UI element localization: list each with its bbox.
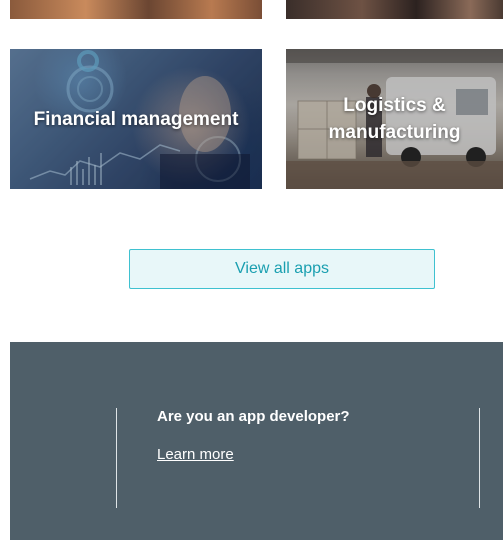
category-tile-partial-right[interactable] bbox=[286, 0, 503, 19]
learn-more-link[interactable]: Learn more bbox=[157, 446, 234, 463]
divider bbox=[116, 408, 117, 508]
tile-label: Logistics & manufacturing bbox=[328, 95, 461, 143]
divider bbox=[479, 408, 480, 508]
banner-title: Are you an app developer? bbox=[157, 408, 350, 425]
category-tile-logistics-manufacturing[interactable]: Logistics & manufacturing bbox=[286, 49, 503, 189]
page: Financial management Logistics & manufac… bbox=[0, 0, 503, 540]
view-all-apps-button[interactable]: View all apps bbox=[129, 249, 435, 289]
app-developer-banner: Are you an app developer? Learn more bbox=[10, 342, 503, 540]
category-tile-partial-left[interactable] bbox=[10, 0, 262, 19]
tile-label: Financial management bbox=[33, 108, 239, 130]
category-tile-financial-management[interactable]: Financial management bbox=[10, 49, 262, 189]
